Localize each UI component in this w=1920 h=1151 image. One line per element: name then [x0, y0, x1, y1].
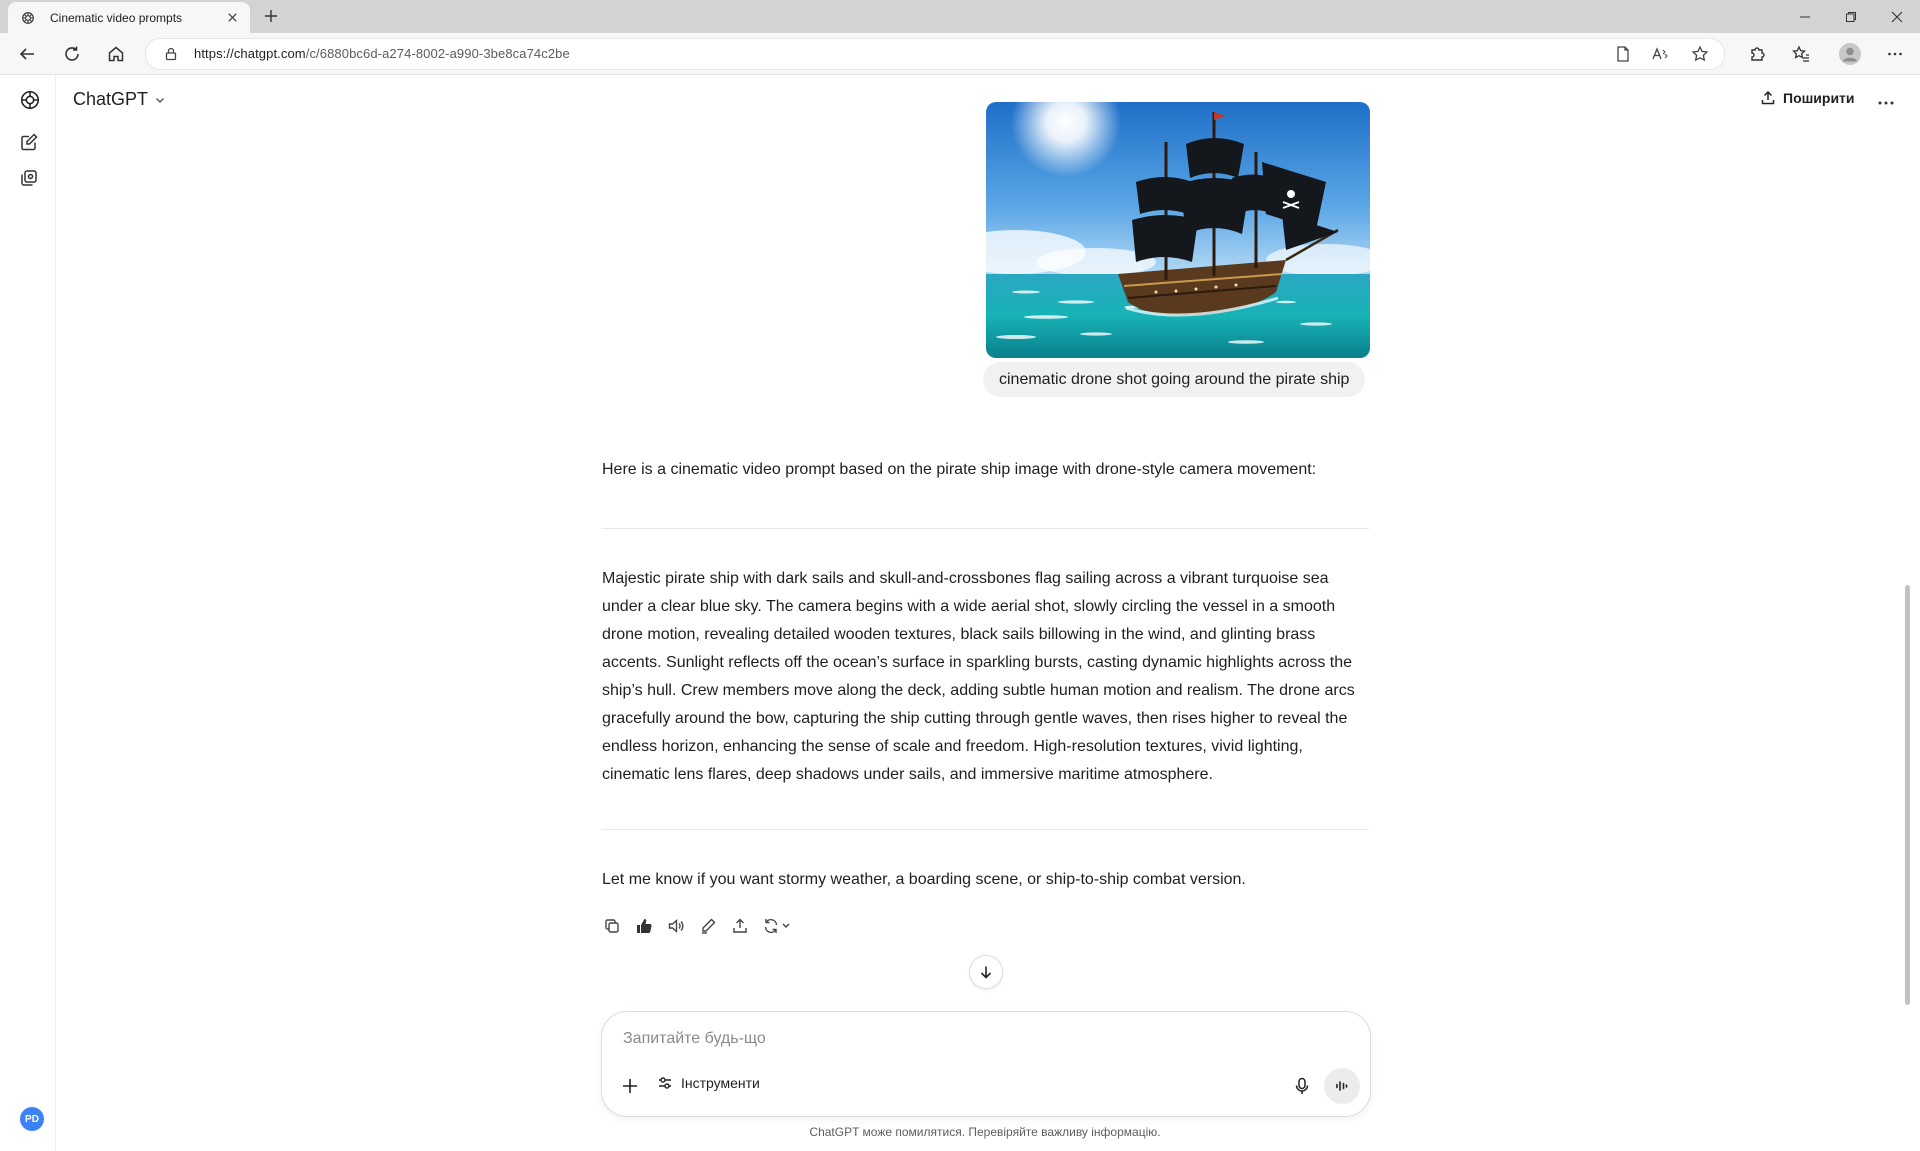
more-options-icon[interactable] [1876, 93, 1896, 113]
sidebar: PD [3, 75, 56, 1151]
tools-button[interactable]: Інструменти [657, 1075, 760, 1091]
reply-prompt-text: Majestic pirate ship with dark sails and… [602, 570, 1355, 783]
thumbs-up-icon[interactable] [634, 916, 654, 936]
browser-toolbar: https://chatgpt.com/c/6880bc6d-a274-8002… [0, 33, 1920, 75]
add-attachment-icon[interactable] [620, 1076, 640, 1096]
chat-app: PD ChatGPT Поширити cinematic drone shot… [0, 75, 1920, 1151]
model-name: ChatGPT [73, 89, 149, 109]
message-composer[interactable]: Запитайте будь-що Інструменти [601, 1011, 1371, 1117]
chevron-down-icon [154, 94, 166, 106]
tools-label: Інструменти [681, 1075, 760, 1091]
chatgpt-favicon-icon [20, 10, 36, 26]
share-icon [1760, 90, 1776, 106]
read-aloud-icon[interactable] [1651, 45, 1669, 63]
divider [602, 528, 1369, 529]
library-icon[interactable] [19, 168, 41, 190]
model-selector[interactable]: ChatGPT [73, 89, 166, 110]
microphone-icon[interactable] [1292, 1076, 1312, 1096]
share-label: Поширити [1783, 90, 1855, 106]
close-window-icon[interactable] [1874, 0, 1920, 33]
arrow-down-icon [978, 964, 994, 980]
openai-logo-icon[interactable] [19, 89, 41, 111]
user-message: cinematic drone shot going around the pi… [983, 362, 1366, 397]
extensions-icon[interactable] [1745, 42, 1769, 66]
back-arrow-icon[interactable] [15, 42, 39, 66]
profile-avatar-icon[interactable] [1838, 42, 1862, 66]
disclaimer-text: ChatGPT може помилятися. Перевіряйте важ… [809, 1125, 1161, 1139]
voice-waveform-icon [1334, 1078, 1350, 1094]
minimize-window-icon[interactable] [1782, 0, 1828, 33]
prompt-input[interactable]: Запитайте будь-що [623, 1030, 766, 1048]
browser-tab[interactable]: Cinematic video prompts [8, 2, 250, 33]
reload-icon[interactable] [60, 42, 84, 66]
favorites-bar-icon[interactable] [1789, 42, 1813, 66]
scrollbar[interactable] [1905, 585, 1910, 1005]
tab-title: Cinematic video prompts [50, 10, 183, 25]
tools-sliders-icon [657, 1075, 673, 1091]
regenerate-icon[interactable] [762, 916, 794, 936]
new-chat-icon[interactable] [19, 132, 41, 154]
browser-tab-strip: Cinematic video prompts [0, 0, 1920, 33]
message-actions [602, 916, 794, 936]
attached-image-pirate-ship[interactable] [986, 102, 1370, 358]
url-text: https://chatgpt.com/c/6880bc6d-a274-8002… [194, 46, 570, 61]
page-view-icon[interactable] [1614, 45, 1632, 63]
home-icon[interactable] [104, 42, 128, 66]
divider [602, 829, 1369, 830]
new-tab-icon[interactable] [263, 8, 279, 24]
browser-menu-icon[interactable] [1883, 42, 1907, 66]
address-bar[interactable]: https://chatgpt.com/c/6880bc6d-a274-8002… [145, 38, 1725, 70]
read-aloud-speaker-icon[interactable] [666, 916, 686, 936]
close-tab-icon[interactable] [225, 10, 240, 25]
restore-window-icon[interactable] [1828, 0, 1874, 33]
reply-intro: Here is a cinematic video prompt based o… [602, 461, 1317, 478]
scroll-to-bottom-button[interactable] [969, 955, 1003, 989]
edit-in-canvas-icon[interactable] [698, 916, 718, 936]
copy-icon[interactable] [602, 916, 622, 936]
share-message-icon[interactable] [730, 916, 750, 936]
site-info-icon[interactable] [164, 47, 178, 61]
favorite-star-icon[interactable] [1691, 45, 1709, 63]
voice-mode-button[interactable] [1324, 1068, 1360, 1104]
share-button[interactable]: Поширити [1760, 90, 1855, 106]
reply-outro: Let me know if you want stormy weather, … [602, 871, 1246, 888]
